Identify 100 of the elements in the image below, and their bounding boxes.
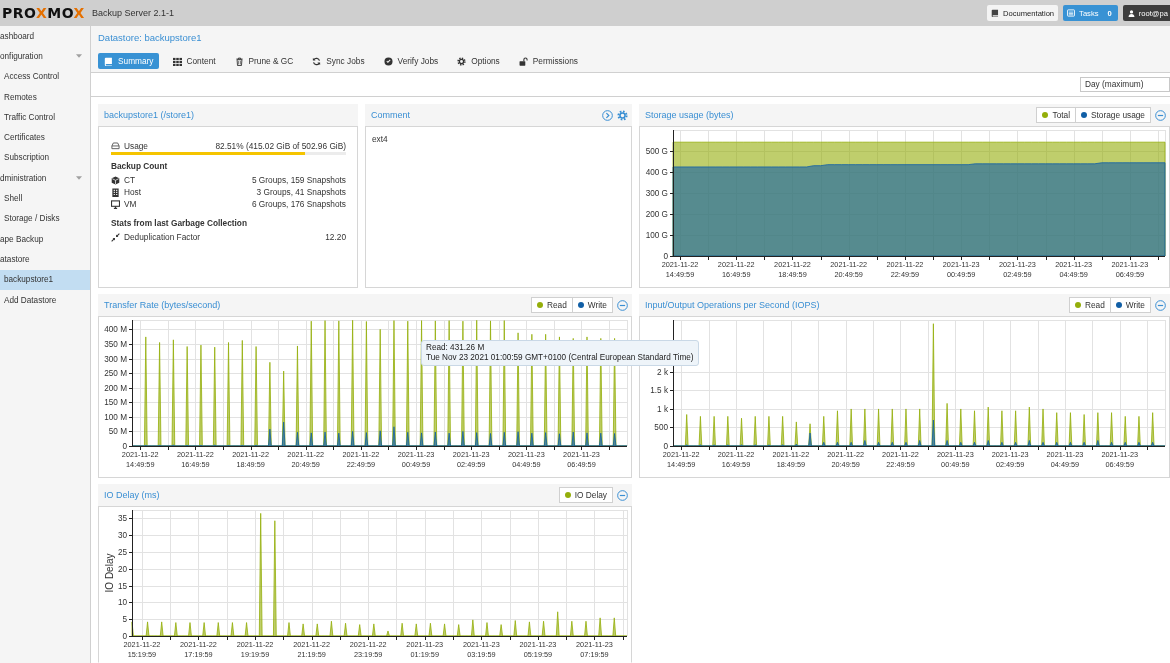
axis-tick-label: 150 M <box>104 398 127 408</box>
page-title: Datastore: backupstore1 <box>98 31 203 44</box>
axis-tick-label: 300 M <box>104 354 127 364</box>
collapse-icon[interactable] <box>1155 109 1166 121</box>
stat-label: CT <box>124 175 136 185</box>
axis-tick-label: 10 <box>117 598 127 608</box>
cube-icon <box>111 175 120 185</box>
gear-icon[interactable] <box>617 109 628 121</box>
stat-label: Host <box>124 187 142 197</box>
tab[interactable]: Content <box>166 53 221 69</box>
stat-value: 6 Groups, 176 Snapshots <box>251 199 346 209</box>
legend-item[interactable]: Read <box>530 297 573 313</box>
axis-tick-label: 500 G <box>645 147 668 156</box>
product-name: Backup Server 2.1-1 <box>91 8 174 18</box>
caret-icon[interactable] <box>76 176 82 181</box>
axis-tick-label: 400 M <box>104 325 127 335</box>
stat-value: 82.51% (415.02 GiB of 502.96 GiB) <box>215 140 346 151</box>
axis-tick-label: 350 M <box>104 339 127 349</box>
compress-arrows-icon <box>111 232 120 242</box>
logo: PROXMOX <box>2 4 85 22</box>
nav-item[interactable]: dministration <box>0 168 90 189</box>
axis-tick-label: 100 G <box>645 231 668 240</box>
refresh-icon <box>312 56 322 66</box>
trash-icon <box>234 56 244 66</box>
stat-value: 12.20 <box>325 232 346 242</box>
panel-title: Input/Output Operations per Second (IOPS) <box>645 300 820 310</box>
axis-tick-label: 50 M <box>108 427 127 437</box>
stat-label: Deduplication Factor <box>124 232 201 242</box>
legend-item[interactable]: Write <box>571 297 613 313</box>
collapse-icon[interactable] <box>617 489 628 501</box>
nav-item[interactable]: onfiguration <box>0 46 90 67</box>
axis-tick-label: 0 <box>122 632 127 641</box>
tab[interactable]: Verify Jobs <box>377 53 444 69</box>
axis-tick-label: 500 <box>654 423 668 433</box>
stat-label: Usage <box>124 140 148 151</box>
section-heading: Stats from last Garbage Collection <box>111 217 248 229</box>
axis-tick-label: 200 G <box>645 210 668 219</box>
hard-drive-icon <box>111 141 120 150</box>
nav-item[interactable]: backupstore1 <box>0 269 90 290</box>
axis-tick-label: 35 <box>117 514 127 524</box>
nav-item[interactable]: Access Control <box>0 66 90 87</box>
nav-item[interactable]: Traffic Control <box>0 107 90 128</box>
legend-item[interactable]: Write <box>1109 297 1151 313</box>
collapse-icon[interactable] <box>617 299 628 311</box>
tab[interactable]: Prune & GC <box>228 53 299 69</box>
stat-label: VM <box>124 199 137 209</box>
task-list-icon <box>1067 9 1076 17</box>
grid-icon <box>172 56 182 66</box>
tab[interactable]: Sync Jobs <box>306 53 370 69</box>
panel-title: backupstore1 (/store1) <box>104 110 195 120</box>
axis-tick-label: 30 <box>117 531 127 541</box>
axis-tick-label: 2 k <box>657 367 668 377</box>
axis-tick-label: 1 k <box>657 404 668 414</box>
nav-item[interactable]: ashboard <box>0 26 90 47</box>
legend-item[interactable]: IO Delay <box>558 487 613 503</box>
legend-item[interactable]: Total <box>1036 107 1076 123</box>
tab[interactable]: Permissions <box>512 53 583 69</box>
nav-item[interactable]: Remotes <box>0 86 90 108</box>
nav-item[interactable]: ape Backup <box>0 228 90 250</box>
comment-text: ext4 <box>371 133 389 146</box>
caret-icon[interactable] <box>76 54 82 59</box>
axis-tick-label: 0 <box>122 442 127 451</box>
legend-item[interactable]: Storage usage <box>1075 107 1151 123</box>
collapse-icon[interactable] <box>1155 299 1166 311</box>
nav-item[interactable]: Storage / Disks <box>0 208 90 229</box>
axis-tick-label: 5 <box>122 615 127 625</box>
legend-item[interactable]: Read <box>1068 297 1111 313</box>
tooltip-text: Tue Nov 23 2021 01:00:59 GMT+0100 (Central European Standard Time) <box>426 353 694 363</box>
gear-icon <box>457 56 467 66</box>
axis-tick-label: 200 M <box>104 383 127 393</box>
nav-item[interactable]: Add Datastore <box>0 289 90 311</box>
axis-tick-label: 20 <box>117 564 127 574</box>
stat-value: 5 Groups, 159 Snapshots <box>251 175 346 185</box>
book-icon <box>104 56 113 66</box>
axis-tick-label: 25 <box>117 548 127 557</box>
section-heading: Backup Count <box>111 160 169 172</box>
tab[interactable]: Options <box>451 53 505 69</box>
axis-tick-label: 250 M <box>104 369 127 379</box>
nav-item[interactable]: Subscription <box>0 147 90 169</box>
unlock-icon <box>518 56 528 66</box>
nav-item[interactable]: atastore <box>0 249 90 270</box>
panel-title: IO Delay (ms) <box>104 490 160 500</box>
nav-item[interactable]: Certificates <box>0 127 90 148</box>
tooltip-text: Read: 431.26 M <box>426 343 486 353</box>
axis-tick-label: 0 <box>663 442 668 451</box>
user-icon <box>1127 9 1135 17</box>
axis-tick-label: 400 G <box>645 168 668 177</box>
axis-title: IO Delay <box>104 553 115 593</box>
axis-tick-label: 15 <box>117 581 127 591</box>
panel-title: Comment <box>371 110 410 120</box>
axis-tick-label: 0 <box>663 252 668 261</box>
axis-tick-label: 100 M <box>104 412 127 422</box>
panel-title: Transfer Rate (bytes/second) <box>104 300 221 310</box>
panel-title: Storage usage (bytes) <box>645 110 734 120</box>
building-icon <box>111 187 120 197</box>
monitor-icon <box>111 199 120 209</box>
nav-item[interactable]: Shell <box>0 188 90 209</box>
axis-tick-label: 300 G <box>645 189 668 198</box>
range-select[interactable]: Day (maximum) <box>1080 77 1170 92</box>
chevron-circle-icon[interactable] <box>602 109 613 121</box>
